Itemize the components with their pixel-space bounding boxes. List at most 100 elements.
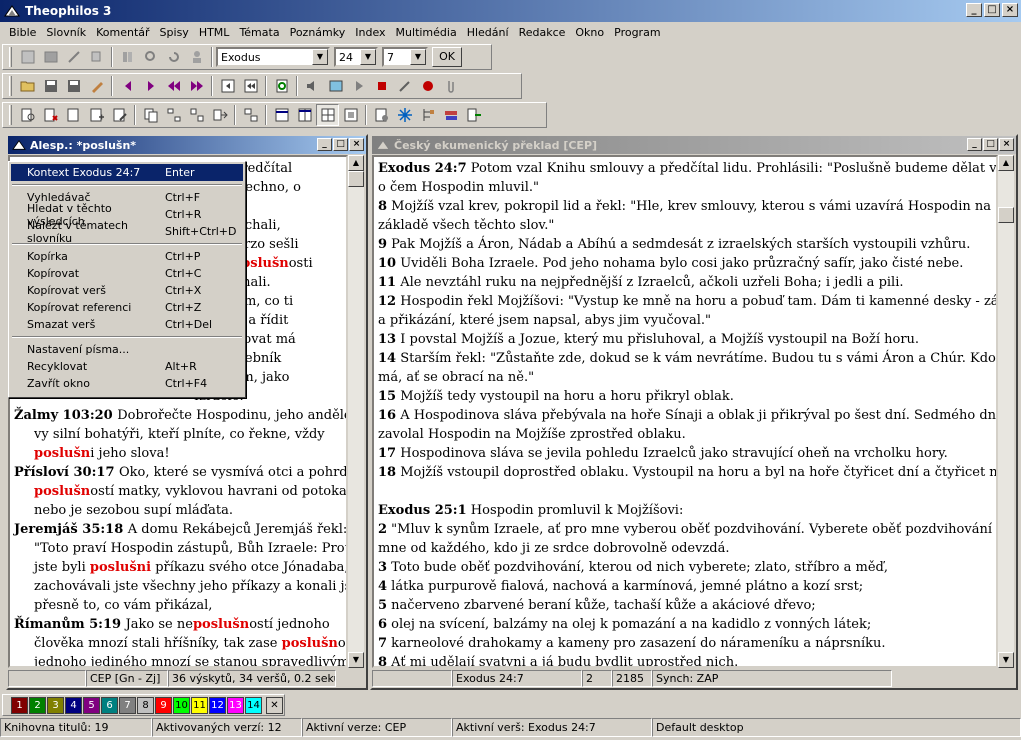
verse-line[interactable]: o čem Hospodin mluvil." — [378, 178, 992, 197]
result-line[interactable]: Přísloví 30:17 Oko, které se vysmívá otc… — [14, 463, 346, 482]
verse-line[interactable]: 16 A Hospodinova sláva přebývala na hoře… — [378, 406, 996, 425]
pane-maximize-button[interactable]: □ — [983, 138, 998, 151]
verse-line[interactable]: 8 Mojžíš vzal krev, pokropil lid a řekl:… — [378, 197, 992, 216]
pen-tool-button[interactable] — [393, 75, 416, 97]
verse-line[interactable]: má, ať se obrací na ně." — [378, 368, 992, 387]
result-line[interactable]: přesně to, co vám přikázal, — [14, 596, 342, 615]
toolbar-button-1[interactable] — [16, 46, 39, 68]
result-line[interactable]: jste byli poslušni příkazu svého otce Jó… — [14, 558, 346, 577]
chapter-select[interactable]: 24 ▼ — [334, 47, 378, 67]
color-button-1[interactable]: 1 — [11, 696, 28, 714]
result-line[interactable]: Žalmy 103:20 Dobrořečte Hospodinu, jeho … — [14, 406, 346, 425]
verse-line[interactable]: mne od každého, kdo ji ze srdce dobrovol… — [378, 539, 992, 558]
audio-button[interactable] — [301, 75, 324, 97]
back-frame2-button[interactable] — [239, 75, 262, 97]
verse-select[interactable]: 7 ▼ — [382, 47, 428, 67]
verse-line[interactable]: zavolal Hospodin na Mojžíše zprostřed ob… — [378, 425, 992, 444]
color-button-10[interactable]: 10 — [173, 696, 190, 714]
tb3-button-3[interactable] — [62, 104, 85, 126]
context-menu-item[interactable]: Kopírovat Ctrl+C — [11, 265, 243, 282]
verse-line[interactable]: 2 "Mluv k synům Izraele, ať pro mne vybe… — [378, 520, 996, 539]
toolbar-button-2[interactable] — [39, 46, 62, 68]
context-menu-item[interactable]: Recyklovat Alt+R — [11, 358, 243, 375]
tb3-button-18[interactable] — [439, 104, 462, 126]
toolbar-button-3[interactable] — [62, 46, 85, 68]
tb3-button-9[interactable] — [208, 104, 231, 126]
bible-text-body[interactable]: Exodus 24:7 Potom vzal Knihu smlouvy a p… — [372, 155, 998, 668]
toolbar-grip[interactable] — [9, 105, 12, 125]
result-line[interactable]: člověka mnozí stali hříšníky, tak zase p… — [14, 634, 346, 653]
toolbar-button-4[interactable] — [85, 46, 108, 68]
prev-button[interactable] — [116, 75, 139, 97]
scroll-thumb[interactable] — [348, 171, 364, 187]
result-line[interactable]: nebo je sezobou supí mláďata. — [14, 501, 342, 520]
tb3-button-2[interactable] — [39, 104, 62, 126]
context-menu-item[interactable]: Kopírka Ctrl+P — [11, 248, 243, 265]
stop-button[interactable] — [370, 75, 393, 97]
color-button-4[interactable]: 4 — [65, 696, 82, 714]
verse-line[interactable]: 12 Hospodin řekl Mojžíšovi: "Vystup ke m… — [378, 292, 996, 311]
color-button-7[interactable]: 7 — [119, 696, 136, 714]
verse-line[interactable]: Exodus 25:1 Hospodin promluvil k Mojžíšo… — [378, 501, 992, 520]
verse-line[interactable]: 15 Mojžíš tedy vystoupil na horu a horu … — [378, 387, 992, 406]
toolbar-grip[interactable] — [9, 76, 12, 96]
color-button-3[interactable]: 3 — [47, 696, 64, 714]
close-icon[interactable]: ✕ — [266, 696, 283, 714]
maximize-button[interactable]: □ — [984, 3, 1000, 17]
menu-7[interactable]: Index — [350, 26, 390, 39]
menu-2[interactable]: Komentář — [91, 26, 154, 39]
verse-line[interactable]: 3 Toto bude oběť pozdvihování, kterou od… — [378, 558, 992, 577]
result-line[interactable]: Jeremjáš 35:18 A domu Rekábejců Jeremjáš… — [14, 520, 346, 539]
context-menu-item[interactable]: Zavřít okno Ctrl+F4 — [11, 375, 243, 392]
verse-line[interactable]: 5 načerveno zbarvené beraní kůže, tachaš… — [378, 596, 992, 615]
result-line[interactable]: "Toto praví Hospodin zástupů, Bůh Izrael… — [14, 539, 346, 558]
menu-9[interactable]: Hledání — [462, 26, 514, 39]
left-scrollbar[interactable]: ▲ ▼ — [348, 155, 364, 668]
book-select[interactable]: Exodus ▼ — [216, 47, 330, 67]
color-button-9[interactable]: 9 — [155, 696, 172, 714]
result-line[interactable]: poslušností matky, vyklovou havrani od p… — [14, 482, 346, 501]
result-line[interactable]: Římanům 5:19 Jako se neposlušností jedno… — [14, 615, 342, 634]
menu-0[interactable]: Bible — [4, 26, 41, 39]
close-button[interactable]: × — [1002, 3, 1018, 17]
verse-line[interactable]: a přikázání, které jsem napsal, abys jim… — [378, 311, 992, 330]
open-button[interactable] — [16, 75, 39, 97]
context-menu-item[interactable]: Kopírovat verš Ctrl+X — [11, 282, 243, 299]
context-menu-item[interactable]: Nalézt v tématech slovníku Shift+Ctrl+D — [11, 219, 243, 245]
next-button[interactable] — [139, 75, 162, 97]
scroll-up-icon[interactable]: ▲ — [998, 155, 1014, 171]
verse-line[interactable] — [378, 482, 992, 501]
menu-1[interactable]: Slovník — [41, 26, 91, 39]
image-button[interactable] — [324, 75, 347, 97]
scroll-down-icon[interactable]: ▼ — [348, 652, 364, 668]
pane-close-button[interactable]: × — [349, 138, 364, 151]
verse-line[interactable]: základě všech těchto slov." — [378, 216, 992, 235]
play-button[interactable] — [347, 75, 370, 97]
back-frame-button[interactable] — [216, 75, 239, 97]
menu-6[interactable]: Poznámky — [285, 26, 351, 39]
toolbar-button-7[interactable] — [162, 46, 185, 68]
ok-button[interactable]: OK — [432, 47, 462, 67]
tb3-button-4[interactable] — [85, 104, 108, 126]
record-button[interactable] — [416, 75, 439, 97]
tb3-button-10[interactable] — [239, 104, 262, 126]
color-button-13[interactable]: 13 — [227, 696, 244, 714]
menu-5[interactable]: Témata — [234, 26, 284, 39]
color-button-8[interactable]: 8 — [137, 696, 154, 714]
verse-line[interactable]: 7 karneolové drahokamy a kameny pro zasa… — [378, 634, 992, 653]
verse-line[interactable]: Exodus 24:7 Potom vzal Knihu smlouvy a p… — [378, 159, 996, 178]
result-line[interactable]: vy silní bohatýři, kteří plníte, co řekn… — [14, 425, 342, 444]
menu-10[interactable]: Redakce — [514, 26, 571, 39]
verse-line[interactable]: 6 olej na svícení, balzámy na olej k pom… — [378, 615, 992, 634]
scroll-thumb[interactable] — [998, 207, 1014, 223]
toolbar-button-5[interactable] — [116, 46, 139, 68]
menu-3[interactable]: Spisy — [155, 26, 194, 39]
pane-close-button[interactable]: × — [999, 138, 1014, 151]
verse-line[interactable]: 18 Mojžíš vstoupil doprostřed oblaku. Vy… — [378, 463, 996, 482]
edit-button[interactable] — [85, 75, 108, 97]
context-menu-item[interactable]: Kontext Exodus 24:7 Enter — [11, 164, 243, 181]
sync-button[interactable] — [270, 75, 293, 97]
pane-minimize-button[interactable]: _ — [317, 138, 332, 151]
result-line[interactable]: poslušni jeho slova! — [14, 444, 342, 463]
toolbar-grip[interactable] — [9, 47, 12, 67]
